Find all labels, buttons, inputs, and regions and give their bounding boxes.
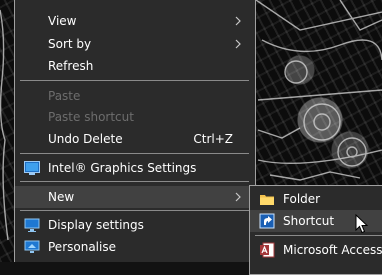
desktop-context-menu: View Sort by Refresh Paste Paste shortcu…	[14, 0, 256, 262]
submenu-item-microsoft-access[interactable]: Microsoft Access D	[250, 239, 382, 261]
menu-item-refresh[interactable]: Refresh	[15, 55, 255, 77]
folder-icon	[260, 195, 274, 205]
menu-item-display-settings[interactable]: Display settings	[15, 214, 255, 236]
submenu-item-folder[interactable]: Folder	[250, 188, 382, 210]
menu-item-new-label: New	[48, 190, 75, 204]
submenu-item-microsoft-access-label: Microsoft Access D	[283, 243, 382, 257]
intel-graphics-icon	[24, 161, 40, 175]
menu-item-intel-graphics[interactable]: Intel® Graphics Settings	[15, 157, 255, 179]
menu-separator	[20, 153, 249, 154]
microsoft-access-icon	[260, 242, 275, 258]
chevron-right-icon	[235, 16, 241, 26]
undo-delete-shortcut-key: Ctrl+Z	[193, 132, 233, 146]
chevron-right-icon	[235, 192, 241, 202]
menu-separator	[20, 210, 249, 211]
menu-item-view[interactable]: View	[15, 10, 255, 32]
submenu-item-shortcut-label: Shortcut	[283, 214, 335, 228]
menu-item-paste-label: Paste	[48, 89, 81, 103]
menu-separator	[20, 80, 249, 81]
menu-item-refresh-label: Refresh	[48, 59, 94, 73]
menu-item-undo-delete-label: Undo Delete	[48, 132, 123, 146]
menu-item-sort-by-label: Sort by	[48, 37, 92, 51]
menu-item-paste-shortcut-label: Paste shortcut	[48, 110, 134, 124]
menu-separator	[20, 181, 249, 182]
shortcut-icon	[259, 213, 275, 229]
menu-item-undo-delete[interactable]: Undo Delete Ctrl+Z	[15, 128, 255, 150]
display-icon	[24, 218, 40, 232]
submenu-item-folder-label: Folder	[283, 192, 321, 206]
menu-item-intel-graphics-label: Intel® Graphics Settings	[48, 161, 197, 175]
chevron-right-icon	[235, 39, 241, 49]
menu-item-sort-by[interactable]: Sort by	[15, 33, 255, 55]
menu-item-view-label: View	[48, 14, 77, 28]
menu-item-paste-shortcut[interactable]: Paste shortcut	[15, 106, 255, 128]
menu-item-display-settings-label: Display settings	[48, 218, 144, 232]
menu-item-paste[interactable]: Paste	[15, 85, 255, 107]
mouse-cursor-icon	[355, 214, 369, 234]
menu-item-personalise[interactable]: Personalise	[15, 236, 255, 258]
submenu-separator	[255, 235, 382, 236]
menu-item-personalise-label: Personalise	[48, 240, 116, 254]
menu-item-new[interactable]: New	[15, 186, 255, 208]
personalise-icon	[24, 240, 40, 253]
